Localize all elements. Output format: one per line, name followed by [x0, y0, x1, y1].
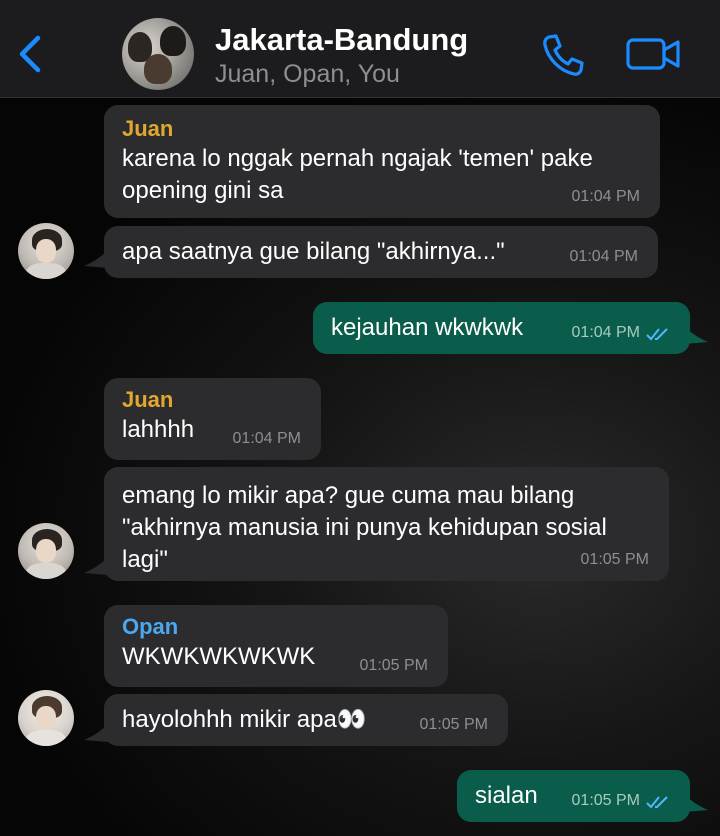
message-time: 01:04 PM: [571, 188, 640, 205]
outgoing-message-bubble[interactable]: sialan 01:05 PM: [457, 770, 690, 822]
sender-avatar[interactable]: [18, 690, 74, 746]
sender-name: Juan: [122, 387, 174, 412]
message-text: emang lo mikir apa? gue cuma mau bilang …: [122, 482, 607, 573]
sender-name: Opan: [122, 614, 179, 639]
message-text: apa saatnya gue bilang "akhirnya...": [122, 238, 505, 265]
video-call-icon[interactable]: [626, 34, 682, 74]
sender-avatar[interactable]: [18, 223, 74, 279]
incoming-message-bubble[interactable]: hayolohhh mikir apa👀 01:05 PM: [104, 694, 508, 746]
back-chevron-icon[interactable]: [16, 34, 46, 74]
sender-name: Juan: [122, 116, 174, 141]
chat-participants[interactable]: Juan, Opan, You: [215, 60, 400, 89]
sender-avatar[interactable]: [18, 523, 74, 579]
phone-call-icon[interactable]: [540, 32, 586, 78]
message-time: 01:05 PM: [419, 716, 488, 733]
chat-title[interactable]: Jakarta-Bandung: [215, 22, 468, 58]
read-receipt-icon: [646, 328, 668, 341]
bubble-tail: [684, 794, 708, 812]
message-text: karena lo nggak pernah ngajak 'temen' pa…: [122, 145, 593, 204]
message-time: 01:05 PM: [359, 657, 428, 674]
message-time: 01:04 PM: [569, 248, 638, 265]
incoming-message-bubble[interactable]: Juan lahhhh 01:04 PM: [104, 378, 321, 460]
incoming-message-bubble[interactable]: Juan karena lo nggak pernah ngajak 'teme…: [104, 105, 660, 218]
group-avatar[interactable]: [122, 18, 194, 90]
incoming-message-bubble[interactable]: Opan WKWKWKWKWK 01:05 PM: [104, 605, 448, 687]
outgoing-message-bubble[interactable]: kejauhan wkwkwk 01:04 PM: [313, 302, 690, 354]
incoming-message-bubble[interactable]: apa saatnya gue bilang "akhirnya..." 01:…: [104, 226, 658, 278]
incoming-message-bubble[interactable]: emang lo mikir apa? gue cuma mau bilang …: [104, 467, 669, 581]
message-time: 01:04 PM: [571, 324, 640, 341]
bubble-tail: [684, 326, 708, 344]
message-time: 01:05 PM: [580, 551, 649, 568]
message-time: 01:04 PM: [232, 430, 301, 447]
read-receipt-icon: [646, 796, 668, 809]
chat-header: Jakarta-Bandung Juan, Opan, You: [0, 0, 720, 98]
message-time: 01:05 PM: [571, 792, 640, 809]
